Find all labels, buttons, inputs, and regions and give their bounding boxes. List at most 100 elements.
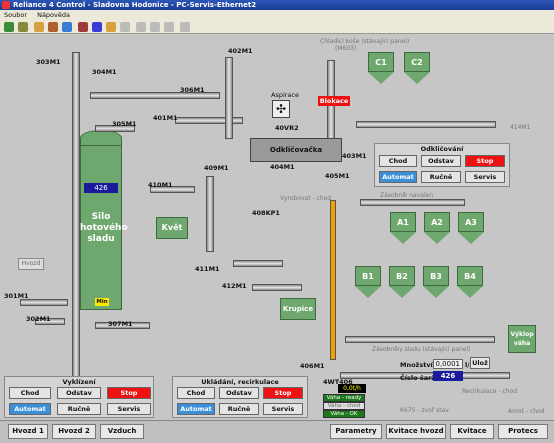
- flow-line: [330, 200, 336, 360]
- panel-odklicovani-title: Odkličování: [420, 145, 464, 153]
- funnel-c2: [404, 72, 430, 84]
- parametry-button[interactable]: Parametry: [330, 424, 382, 439]
- odklicovacka[interactable]: Odkličovačka: [250, 138, 342, 162]
- window-title: Reliance 4 Control - Sladovna Hodonice -…: [13, 1, 257, 9]
- ukladani-automat-button[interactable]: Automat: [177, 403, 215, 415]
- user-edit-icon[interactable]: [48, 22, 58, 32]
- bin-a1[interactable]: A1: [390, 212, 416, 232]
- label-402: 402M1: [228, 47, 253, 55]
- conveyor-412: [252, 284, 302, 291]
- hvozd1-button[interactable]: Hvozd 1: [8, 424, 48, 439]
- vyklizeni-chod-button[interactable]: Chod: [9, 387, 51, 399]
- funnel-a1: [390, 232, 416, 244]
- odklicovani-servis-button[interactable]: Servis: [465, 171, 505, 183]
- kvitace-button[interactable]: Kvitace: [450, 424, 494, 439]
- tool4-icon[interactable]: [180, 22, 190, 32]
- odklicovani-automat-button[interactable]: Automat: [379, 171, 417, 183]
- label-306: 306M1: [180, 86, 205, 94]
- fan-icon[interactable]: ✣: [272, 100, 290, 118]
- bin-b4[interactable]: B4: [457, 266, 483, 286]
- logout-icon[interactable]: [18, 22, 28, 32]
- label-405: 405M1: [325, 172, 350, 180]
- bin-b2[interactable]: B2: [389, 266, 415, 286]
- bin-kvet[interactable]: Květ: [156, 217, 188, 239]
- vyklizeni-odstav-button[interactable]: Odstav: [57, 387, 101, 399]
- elevator-left: [72, 52, 80, 410]
- menu-napoveda[interactable]: Nápověda: [37, 11, 70, 19]
- conveyor-414: [356, 121, 496, 128]
- kvitace-hvozd-button[interactable]: Kvitace hvozd: [386, 424, 446, 439]
- label-40vr2: 40VR2: [275, 124, 299, 132]
- bin-a2[interactable]: A2: [424, 212, 450, 232]
- label-404: 404M1: [270, 163, 295, 171]
- silo-top: [80, 130, 122, 146]
- tool-icon[interactable]: [136, 22, 146, 32]
- report-icon[interactable]: [106, 22, 116, 32]
- label-307: 307M1: [108, 320, 133, 328]
- trend-icon[interactable]: [78, 22, 88, 32]
- ukladani-rucne-button[interactable]: Ručně: [219, 403, 259, 415]
- label-401: 401M1: [153, 114, 178, 122]
- label-amot: Amot - chod: [508, 408, 545, 415]
- app-icon: [2, 1, 10, 9]
- vyklizeni-rucne-button[interactable]: Ručně: [57, 403, 101, 415]
- odklicovani-odstav-button[interactable]: Odstav: [421, 155, 461, 167]
- odklicovani-rucne-button[interactable]: Ručně: [421, 171, 461, 183]
- conveyor-411: [233, 260, 283, 267]
- ukladani-chod-button[interactable]: Chod: [177, 387, 215, 399]
- label-303: 303M1: [36, 58, 61, 66]
- funnel-c1: [368, 72, 394, 84]
- bin-c2[interactable]: C2: [404, 52, 430, 72]
- vyklizeni-stop-button[interactable]: Stop: [107, 387, 151, 399]
- chart-icon[interactable]: [92, 22, 102, 32]
- ukladani-odstav-button[interactable]: Odstav: [219, 387, 259, 399]
- users-icon[interactable]: [34, 22, 44, 32]
- conveyor-429: [345, 336, 495, 343]
- bin-krupice[interactable]: Krupice: [280, 298, 316, 320]
- odklicovani-stop-button[interactable]: Stop: [465, 155, 505, 167]
- tool3-icon[interactable]: [164, 22, 174, 32]
- funnel-b2: [389, 286, 415, 298]
- label-305: 305M1: [112, 120, 137, 128]
- label-zasobnik-navalen: Zásobník navalen: [380, 192, 434, 199]
- bin-vyklop-vaha[interactable]: Výklop váha: [508, 325, 536, 353]
- label-414: 414M1: [510, 124, 531, 131]
- uloz-button[interactable]: Ulož: [470, 357, 490, 369]
- label-403: 403M1: [342, 152, 367, 160]
- print-icon[interactable]: [120, 22, 130, 32]
- bin-a3[interactable]: A3: [458, 212, 484, 232]
- protecs-button[interactable]: Protecs: [498, 424, 548, 439]
- bin-c1[interactable]: C1: [368, 52, 394, 72]
- label-412: 412M1: [222, 282, 247, 290]
- label-409: 409M1: [204, 164, 229, 172]
- alarms-icon[interactable]: [62, 22, 72, 32]
- elevator-402: [225, 57, 233, 139]
- bin-b3[interactable]: B3: [423, 266, 449, 286]
- blokace-badge: Blokace: [318, 96, 350, 106]
- label-chladici-sub: (M603): [335, 45, 357, 52]
- tool2-icon[interactable]: [150, 22, 160, 32]
- silo-value: 426: [84, 183, 118, 193]
- ukladani-servis-button[interactable]: Servis: [263, 403, 303, 415]
- silo-name: Silo hotového sladu: [80, 212, 128, 244]
- label-aspirace: Aspirace: [271, 91, 299, 99]
- label-zasobniky-sladu: Zásobníky sladu (stávající panel): [372, 346, 471, 353]
- ukladani-stop-button[interactable]: Stop: [263, 387, 303, 399]
- vaha-ok: Váha - OK: [323, 410, 365, 418]
- vyklizeni-automat-button[interactable]: Automat: [9, 403, 51, 415]
- label-410: 410M1: [148, 181, 173, 189]
- bin-b1[interactable]: B1: [355, 266, 381, 286]
- cislo-sarze-value[interactable]: 426: [433, 371, 463, 381]
- mnozstvi-value[interactable]: 0,0001: [433, 359, 463, 369]
- odklicovani-chod-button[interactable]: Chod: [379, 155, 417, 167]
- hvozd2-button[interactable]: Hvozd 2: [52, 424, 96, 439]
- funnel-a3: [458, 232, 484, 244]
- menu-soubor[interactable]: Soubor: [4, 11, 27, 19]
- login-icon[interactable]: [4, 22, 14, 32]
- hvozd-box[interactable]: Hvozd: [18, 258, 44, 270]
- panel-ukladani: Ukládání, recirkulace Chod Odstav Stop A…: [172, 376, 308, 418]
- panel-vyklizeni: Vyklízení Chod Odstav Stop Automat Ručně…: [4, 376, 154, 418]
- label-recirk: Recirkulace - chod: [462, 388, 518, 395]
- vyklizeni-servis-button[interactable]: Servis: [107, 403, 151, 415]
- vzduch-button[interactable]: Vzduch: [100, 424, 144, 439]
